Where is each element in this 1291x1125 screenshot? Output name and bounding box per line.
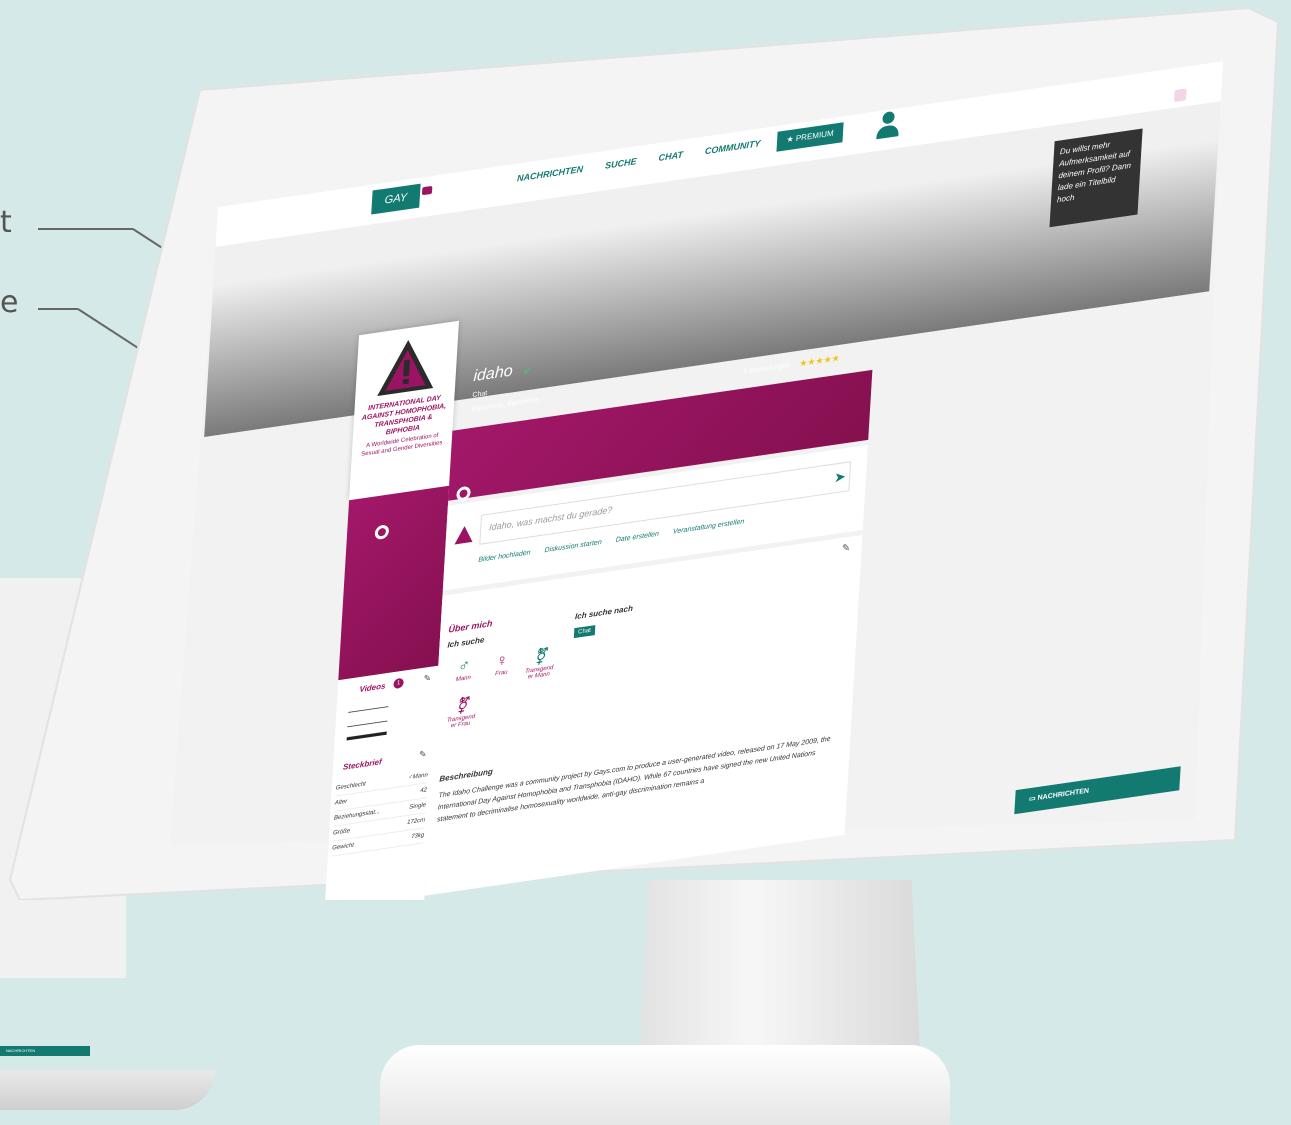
send-icon[interactable]: ➤ xyxy=(834,468,847,487)
nav-suche[interactable]: SUCHE xyxy=(605,156,637,171)
steckbrief-title: Steckbrief xyxy=(342,757,382,772)
rating-stars: ★★★★★ xyxy=(799,352,841,369)
start-discussion-action[interactable]: Diskussion starten xyxy=(544,539,602,554)
logo-bubble-icon xyxy=(421,185,433,196)
gender-trans-mann: ⚧ Transgend er Mann xyxy=(523,645,557,682)
description-title: Beschreibung xyxy=(439,766,494,784)
monitor-foot xyxy=(380,1045,950,1125)
seeking-for-title: Ich suche nach xyxy=(574,603,634,622)
nav-nachrichten[interactable]: NACHRICHTEN xyxy=(517,164,584,184)
profile-location: Barcelona, Barcelona xyxy=(471,396,539,414)
callout-dot-banner xyxy=(456,485,471,502)
upload-images-action[interactable]: Bilder hochladen xyxy=(478,549,531,564)
messages-bar-label: NACHRICHTEN xyxy=(1037,787,1090,802)
gender-mann: ♂ Mann xyxy=(447,656,481,693)
nav-community[interactable]: COMMUNITY xyxy=(705,138,761,156)
profile-avatar[interactable]: INTERNATIONAL DAY AGAINST HOMOPHOBIA, TR… xyxy=(349,320,459,501)
steckbrief-table: Geschlecht ♂Mann Alter 42 Beziehungsstat..… xyxy=(331,768,429,857)
seeking-for-tag: Chat xyxy=(573,625,596,639)
create-date-action[interactable]: Date erstellen xyxy=(615,531,659,544)
nav-chat[interactable]: CHAT xyxy=(658,149,683,163)
logo[interactable]: GAY xyxy=(371,183,421,215)
monitor-screen: GAY NACHRICHTEN SUCHE CHAT COMMUNITY ★ P… xyxy=(0,0,1291,900)
messages-bar[interactable]: ▭ NACHRICHTEN xyxy=(1014,766,1181,815)
cover-upload-hint: Du willst mehr Aufmerksamkeit auf deinem… xyxy=(1049,128,1143,228)
about-panel: ✎ Über mich Ich suche Ich suche nach Cha… xyxy=(424,534,863,896)
post-avatar-icon xyxy=(453,524,474,547)
laptop-base xyxy=(0,1070,215,1110)
gender-trans-frau: ⚧ Transgend er Frau xyxy=(444,694,478,731)
edit-videos-icon[interactable]: ✎ xyxy=(423,673,431,685)
image-icon[interactable] xyxy=(1173,88,1187,103)
warning-triangle-icon xyxy=(377,340,434,397)
gender-list: ♂ Mann ♀ Frau ⚧ Transgend er Mann ⚧ Transgen… xyxy=(444,643,568,730)
videos-count-badge: 1 xyxy=(393,677,404,690)
verified-check-icon: ✔ xyxy=(522,365,533,378)
user-avatar-icon[interactable] xyxy=(876,110,900,141)
laptop-messages-bar[interactable]: NACHRICHTEN xyxy=(0,1046,90,1056)
premium-button[interactable]: ★ PREMIUM xyxy=(776,122,844,152)
seeking-title: Ich suche xyxy=(447,635,485,650)
monitor-stand xyxy=(640,880,920,1050)
profile-status: Chat xyxy=(472,389,488,400)
video-thumbnail[interactable] xyxy=(346,698,389,741)
edit-about-icon[interactable]: ✎ xyxy=(841,543,850,555)
create-event-action[interactable]: Veranstaltung erstellen xyxy=(673,518,745,535)
edit-steckbrief-icon[interactable]: ✎ xyxy=(419,749,427,761)
left-sidebar: Videos 1 ✎ Steckbrief ✎ Geschlecht ♂Mann … xyxy=(323,665,439,900)
about-title: Über mich xyxy=(448,618,493,635)
left-magenta-panel xyxy=(338,485,450,681)
videos-title[interactable]: Videos xyxy=(359,681,385,694)
description-text: The Idaho Challenge was a community proj… xyxy=(436,735,831,824)
gender-frau: ♀ Frau xyxy=(485,650,519,687)
ratings-count[interactable]: 5 Bewertungen xyxy=(743,362,791,376)
